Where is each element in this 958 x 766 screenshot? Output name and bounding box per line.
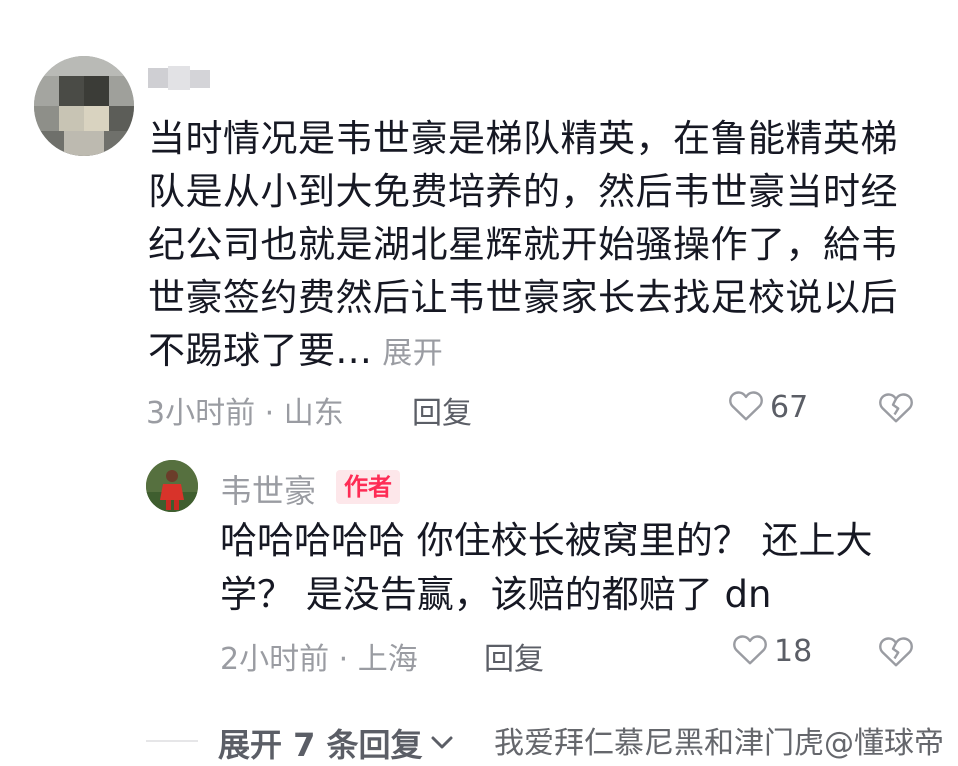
broken-heart-icon bbox=[878, 393, 914, 428]
reply-dislike-button[interactable] bbox=[878, 634, 914, 672]
comment-dislike-button[interactable] bbox=[878, 390, 914, 428]
comment-avatar[interactable] bbox=[34, 56, 134, 156]
reply-username[interactable]: 韦世豪 bbox=[220, 466, 316, 512]
reply-meta: 2小时前 · 上海 bbox=[220, 634, 418, 678]
replies-divider bbox=[146, 740, 198, 742]
comment-meta: 3小时前 · 山东 bbox=[146, 388, 344, 432]
broken-heart-icon bbox=[878, 637, 914, 672]
reply-like-count: 18 bbox=[774, 633, 813, 669]
comment-text: 当时情况是韦世豪是梯队精英，在鲁能精英梯队是从小到大免费培养的，然后韦世豪当时经… bbox=[148, 112, 908, 380]
reply-avatar[interactable] bbox=[146, 460, 198, 512]
reply-text: 哈哈哈哈哈 你住校长被窝里的？ 还上大学？ 是没告赢，该赔的都赔了 dn bbox=[220, 519, 873, 616]
comment-username-blurred[interactable] bbox=[148, 66, 212, 92]
source-watermark: 我爱拜仁慕尼黑和津门虎@懂球帝 bbox=[494, 726, 944, 761]
comment-time-location: 3小时前 · 山东 bbox=[146, 396, 344, 431]
heart-outline-icon bbox=[728, 388, 764, 426]
comment-expand-link[interactable]: 展开 bbox=[382, 336, 443, 371]
reply-like-button[interactable]: 18 bbox=[732, 632, 812, 670]
expand-replies-button[interactable]: 展开 7 条回复 bbox=[218, 720, 455, 766]
expand-replies-label: 展开 7 条回复 bbox=[218, 726, 423, 764]
comment-body: 当时情况是韦世豪是梯队精英，在鲁能精英梯队是从小到大免费培养的，然后韦世豪当时经… bbox=[148, 117, 898, 372]
comment-reply-button[interactable]: 回复 bbox=[412, 388, 472, 432]
comment-like-button[interactable]: 67 bbox=[728, 388, 808, 426]
heart-outline-icon bbox=[732, 632, 768, 670]
reply-reply-button[interactable]: 回复 bbox=[484, 634, 544, 678]
comment-like-count: 67 bbox=[770, 389, 809, 425]
reply-time-location: 2小时前 · 上海 bbox=[220, 642, 418, 677]
chevron-down-icon bbox=[429, 733, 455, 753]
author-badge: 作者 bbox=[336, 470, 400, 504]
